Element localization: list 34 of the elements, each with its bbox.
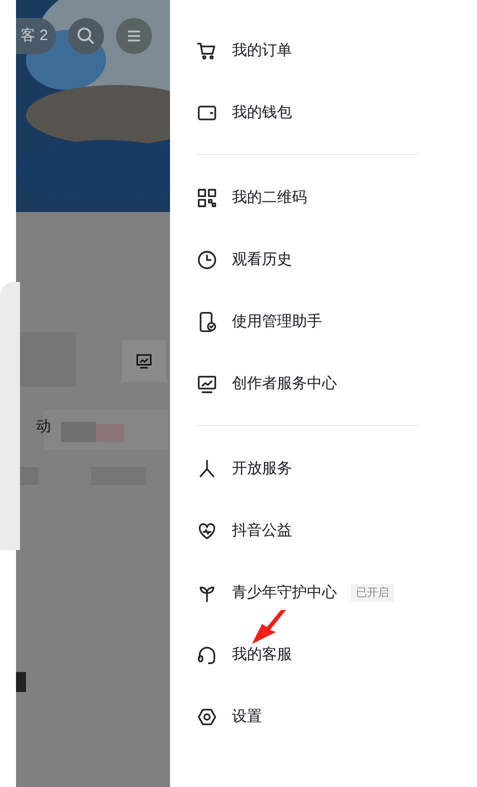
status-badge: 已开启	[351, 584, 394, 602]
menu-item[interactable]: 抖音公益	[196, 500, 417, 562]
guest-pill[interactable]: 客 2	[16, 18, 56, 54]
menu-item[interactable]: 我的二维码	[196, 167, 417, 229]
menu-item[interactable]: 观看历史	[196, 229, 417, 291]
monitor-chart-icon	[135, 352, 153, 370]
menu-item-label: 我的钱包	[232, 102, 292, 123]
menu-item-label: 观看历史	[232, 250, 292, 270]
headset-icon	[196, 644, 218, 666]
card-text: 动	[36, 417, 51, 437]
search-icon	[76, 26, 96, 46]
menu-item-label: 我的订单	[232, 40, 292, 61]
menu-item-label: 青少年守护中心	[232, 582, 337, 603]
menu-item-label: 创作者服务中心	[232, 374, 337, 394]
monitor-chart-icon	[196, 373, 218, 395]
menu-item-label: 开放服务	[232, 458, 292, 479]
analytics-button[interactable]	[122, 340, 166, 382]
menu-item[interactable]: 设置	[196, 686, 417, 748]
menu-item-label: 我的客服	[232, 644, 292, 665]
menu-item[interactable]: 我的客服	[196, 624, 417, 686]
menu-item-label: 使用管理助手	[232, 312, 322, 332]
menu-item[interactable]: 青少年守护中心 已开启	[196, 562, 417, 624]
menu-item[interactable]: 我的订单	[196, 20, 417, 82]
menu-item[interactable]: 我的钱包	[196, 82, 417, 144]
menu-item[interactable]: 开放服务	[196, 438, 417, 500]
menu-item-label: 我的二维码	[232, 188, 307, 208]
menu-item[interactable]: 使用管理助手	[196, 291, 417, 353]
settings-icon	[196, 706, 218, 728]
qr-code-icon	[196, 187, 218, 209]
menu-item-label: 设置	[232, 706, 262, 727]
menu-item-label: 抖音公益	[232, 520, 292, 541]
cart-icon	[196, 40, 218, 62]
clock-icon	[196, 249, 218, 271]
menu-item[interactable]: 创作者服务中心	[196, 353, 417, 415]
